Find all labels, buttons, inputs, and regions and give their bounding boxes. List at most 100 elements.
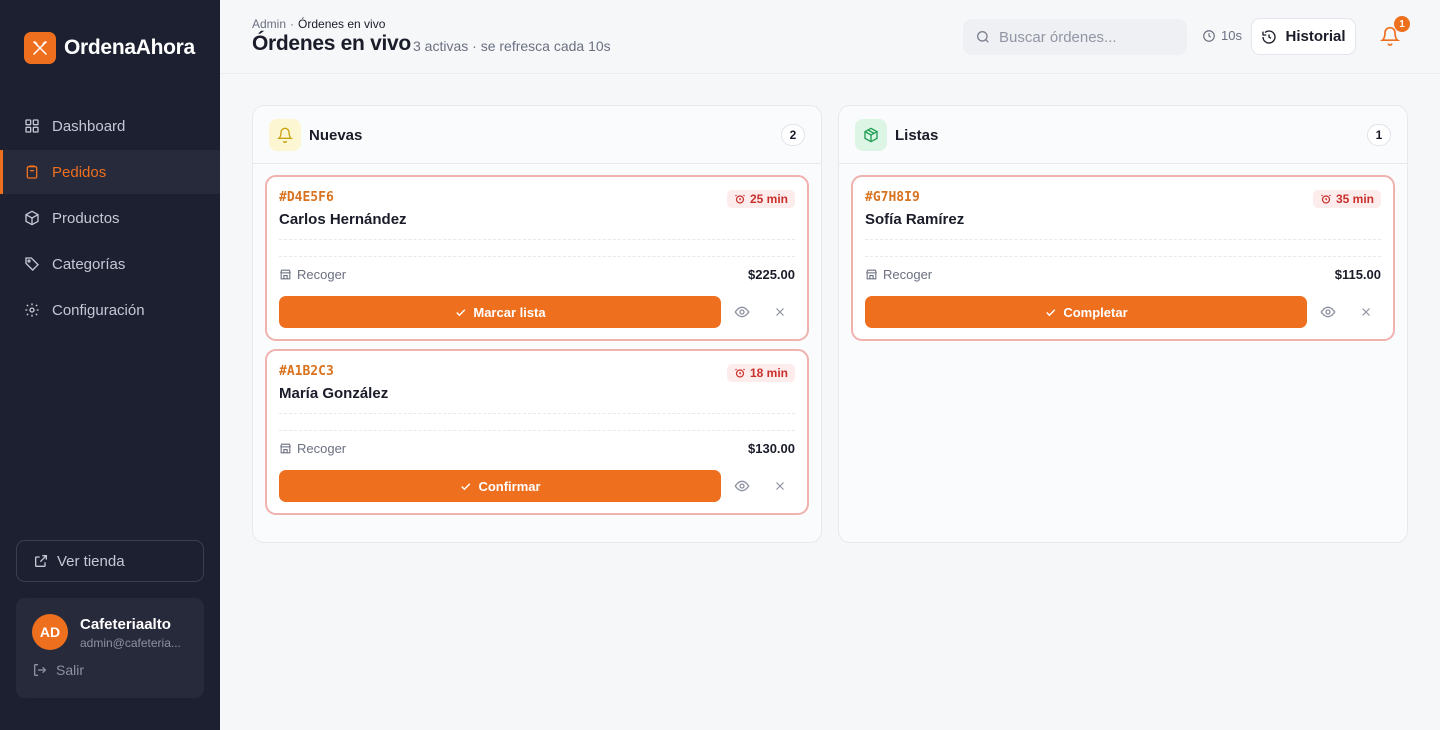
order-type: Recoger [865,267,932,282]
check-icon [461,482,471,490]
elapsed-time: 25 min [749,192,788,206]
action-label: Completar [1063,304,1128,320]
package-icon [855,119,887,151]
order-id: #A1B2C3 [279,364,334,379]
refresh-indicator: 10s [1202,28,1242,43]
confirm-button[interactable]: Confirmar [279,470,721,502]
order-type: Recoger [279,441,346,456]
grid-icon [25,119,39,133]
sidebar-item-pedidos[interactable]: Pedidos [0,150,220,194]
sidebar-item-label: Categorías [52,255,126,273]
sidebar-item-label: Dashboard [52,117,126,135]
header: Admin · Órdenes en vivo Órdenes en vivo 3 … [220,0,1440,74]
order-card[interactable]: #D4E5F6 Carlos Hernández 25 min Recoger … [265,175,809,341]
notification-badge: 1 [1394,16,1410,32]
check-icon [1046,308,1056,316]
order-total: $115.00 [1334,267,1381,282]
box-icon [25,210,39,226]
view-store-button[interactable]: Ver tienda [16,540,204,582]
order-total: $130.00 [748,441,795,456]
cancel-order-button[interactable] [771,303,789,321]
close-icon [776,308,784,316]
alarm-icon [735,368,745,378]
column-title: Listas [895,127,939,144]
search-box [963,19,1187,55]
elapsed-timer: 25 min [726,190,795,208]
customer-name: Carlos Hernández [279,211,407,228]
clipboard-icon [26,165,38,179]
close-icon [1362,308,1370,316]
history-icon [1262,29,1277,44]
gear-icon [25,303,39,317]
sidebar-item-configuracion[interactable]: Configuración [0,288,220,332]
complete-button[interactable]: Completar [865,296,1307,328]
search-input[interactable] [999,28,1169,46]
eye-icon [734,480,750,492]
column-count: 1 [1367,124,1391,146]
page-title: Órdenes en vivo [252,32,411,55]
logout-button[interactable]: Salir [32,662,84,678]
store-icon [280,443,291,454]
history-button[interactable]: Historial [1251,18,1356,55]
sidebar: OrdenaAhora Dashboard Pedidos Productos … [0,0,220,730]
column-header: Listas 1 [839,106,1407,164]
order-type-label: Recoger [883,267,933,282]
view-order-button[interactable] [733,477,751,495]
eye-icon [1320,306,1336,318]
view-store-label: Ver tienda [57,552,125,570]
divider [279,239,795,240]
alarm-icon [1321,194,1331,204]
sidebar-item-label: Productos [52,209,120,227]
elapsed-time: 35 min [1335,192,1374,206]
order-type: Recoger [279,267,346,282]
history-label: Historial [1285,28,1346,45]
divider [865,239,1381,240]
elapsed-timer: 35 min [1312,190,1381,208]
alarm-icon [735,194,745,204]
column-nuevas: Nuevas 2 #D4E5F6 Carlos Hernández 25 min… [252,105,822,543]
divider [279,430,795,431]
page-subtitle: 3 activas · se refresca cada 10s [413,38,611,54]
sidebar-item-productos[interactable]: Productos [0,196,220,240]
order-card[interactable]: #A1B2C3 María González 18 min Recoger $1… [265,349,809,515]
cancel-order-button[interactable] [771,477,789,495]
sidebar-item-categorias[interactable]: Categorías [0,242,220,286]
close-icon [776,482,784,490]
sidebar-item-dashboard[interactable]: Dashboard [0,104,220,148]
view-order-button[interactable] [733,303,751,321]
breadcrumb-separator: · [290,17,295,31]
clock-icon [1203,29,1215,42]
elapsed-timer: 18 min [726,364,795,382]
view-order-button[interactable] [1319,303,1337,321]
order-card[interactable]: #G7H8I9 Sofía Ramírez 35 min Recoger $11… [851,175,1395,341]
action-label: Confirmar [478,478,541,494]
user-card: AD Cafeteriaalto admin@cafeteria... Sali… [16,598,204,698]
divider [279,256,795,257]
column-listas: Listas 1 #G7H8I9 Sofía Ramírez 35 min Re… [838,105,1408,543]
bell-icon [269,119,301,151]
order-id: #D4E5F6 [279,190,334,205]
sidebar-nav: Dashboard Pedidos Productos Categorías C… [0,104,220,334]
utensils-icon [24,32,56,64]
customer-name: María González [279,385,389,402]
order-type-label: Recoger [297,267,347,282]
breadcrumb-current: Órdenes en vivo [298,17,386,31]
store-icon [280,269,291,280]
mark-ready-button[interactable]: Marcar lista [279,296,721,328]
logout-label: Salir [56,662,85,678]
logout-icon [34,664,47,676]
user-name: Cafeteriaalto [80,616,171,633]
avatar: AD [32,614,68,650]
store-icon [866,269,877,280]
elapsed-time: 18 min [749,366,788,380]
order-total: $225.00 [748,267,795,282]
sidebar-item-label: Configuración [52,301,145,319]
column-header: Nuevas 2 [253,106,821,164]
brand[interactable]: OrdenaAhora [24,32,195,64]
cancel-order-button[interactable] [1357,303,1375,321]
customer-name: Sofía Ramírez [865,211,965,228]
order-id: #G7H8I9 [865,190,920,205]
breadcrumb-root[interactable]: Admin [252,17,286,31]
user-email: admin@cafeteria... [80,636,181,650]
column-title: Nuevas [309,127,363,144]
